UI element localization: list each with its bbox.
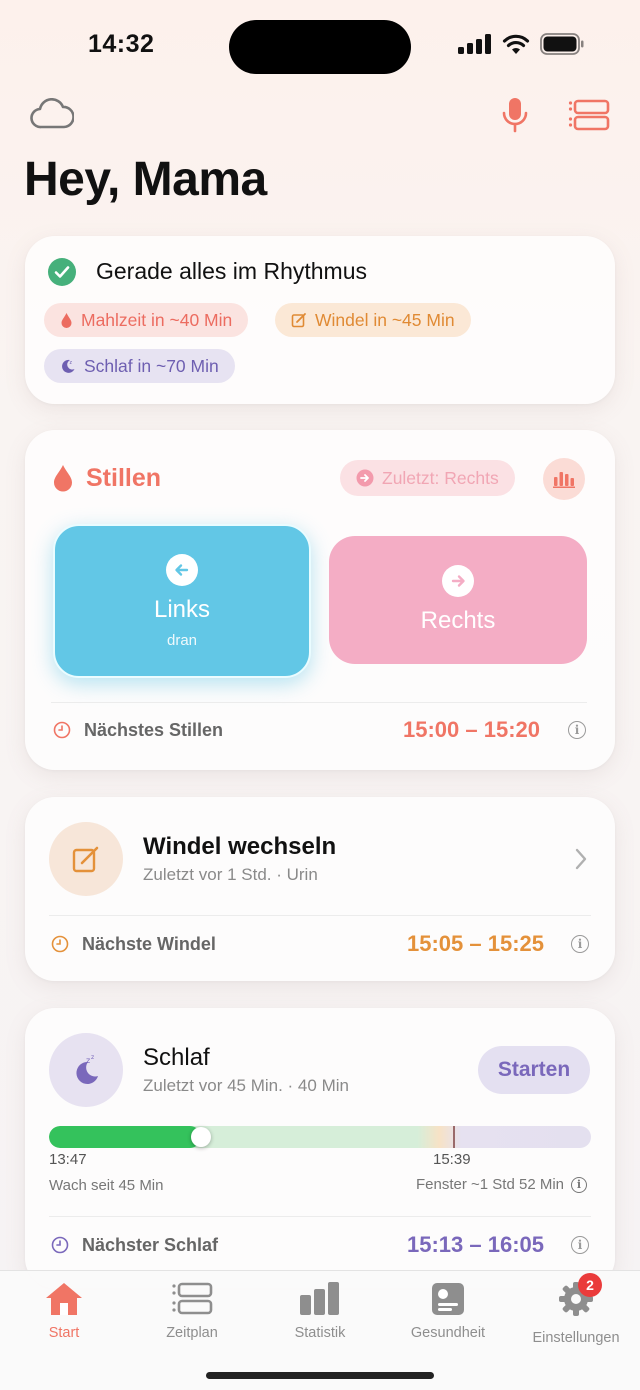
bar-chart-icon — [553, 472, 575, 488]
timeline-start-time: 13:47 — [49, 1151, 87, 1168]
drop-icon — [61, 312, 72, 328]
chevron-right-icon — [575, 848, 587, 870]
next-diaper-time: 15:05 – 15:25 — [407, 931, 544, 956]
info-icon[interactable]: i — [571, 1236, 589, 1254]
sleep-window-marker — [453, 1126, 455, 1148]
stillen-title: Stillen — [86, 464, 162, 492]
tab-zeitplan[interactable]: Zeitplan — [128, 1281, 256, 1341]
next-feeding-time: 15:00 – 15:20 — [403, 717, 540, 742]
schlaf-title: Schlaf — [143, 1044, 210, 1071]
divider — [49, 915, 591, 916]
info-icon[interactable]: i — [571, 935, 589, 953]
next-feeding-label: Nächstes Stillen — [84, 720, 224, 740]
sleep-timeline-knob[interactable] — [191, 1127, 211, 1147]
health-icon — [432, 1283, 464, 1315]
greeting-title: Hey, Mama — [24, 153, 267, 206]
clock-icon — [51, 935, 69, 953]
arrow-right-circle-icon — [356, 469, 374, 487]
windel-title: Windel wechseln — [143, 833, 337, 860]
tab-statistik-label: Statistik — [294, 1325, 346, 1341]
tab-gesundheit[interactable]: Gesundheit — [384, 1281, 512, 1341]
arrow-right-icon — [442, 565, 474, 597]
notification-badge: 2 — [578, 1273, 602, 1297]
tab-start-label: Start — [48, 1325, 80, 1341]
tab-zeitplan-label: Zeitplan — [166, 1325, 218, 1341]
tab-einstellungen[interactable]: 2 Einstellungen — [512, 1273, 640, 1346]
next-sleep-label: Nächster Schlaf — [82, 1235, 219, 1255]
next-diaper-label: Nächste Windel — [82, 934, 216, 954]
sleep-chip-label: Schlaf in ~70 Min — [84, 355, 219, 376]
next-sleep-time: 15:13 – 16:05 — [407, 1232, 544, 1257]
svg-text:z: z — [91, 1054, 94, 1061]
schlaf-card: zz Schlaf Zuletzt vor 45 Min. · 40 Min S… — [25, 1008, 615, 1288]
awake-duration: Wach seit 45 Min — [49, 1177, 164, 1194]
clock-icon — [51, 1236, 69, 1254]
diaper-chip-label: Windel in ~45 Min — [315, 309, 455, 330]
rhythm-card: Gerade alles im Rhythmus Mahlzeit in ~40… — [25, 236, 615, 404]
info-icon[interactable]: i — [568, 721, 586, 739]
last-side-chip[interactable]: Zuletzt: Rechts — [340, 460, 515, 496]
windel-card[interactable]: Windel wechseln Zuletzt vor 1 Std. · Uri… — [25, 797, 615, 981]
sleep-window-info: Fenster ~1 Std 52 Min i — [416, 1176, 587, 1193]
tab-start[interactable]: Start — [0, 1281, 128, 1341]
status-time: 14:32 — [88, 30, 155, 58]
meal-chip[interactable]: Mahlzeit in ~40 Min — [44, 303, 249, 337]
schlaf-subtitle: Zuletzt vor 45 Min. · 40 Min — [143, 1076, 349, 1095]
home-indicator — [206, 1372, 434, 1379]
moon-icon: z — [62, 359, 75, 373]
start-sleep-button[interactable]: Starten — [478, 1046, 590, 1094]
check-icon — [48, 258, 76, 286]
sleep-icon-circle: zz — [49, 1033, 123, 1107]
left-side-button[interactable]: Links dran — [53, 524, 311, 678]
microphone-icon[interactable] — [500, 96, 530, 134]
tab-gesundheit-label: Gesundheit — [410, 1325, 486, 1341]
right-side-button[interactable]: Rechts — [329, 536, 587, 664]
windel-subtitle: Zuletzt vor 1 Std. · Urin — [143, 865, 318, 884]
edit-icon — [291, 313, 306, 328]
stillen-stats-button[interactable] — [543, 458, 585, 500]
sleep-timeline-progress — [49, 1126, 201, 1148]
battery-icon — [540, 33, 584, 55]
stillen-card: Stillen Zuletzt: Rechts Links dran Recht… — [25, 430, 615, 770]
chart-icon — [300, 1282, 339, 1315]
diaper-chip[interactable]: Windel in ~45 Min — [275, 303, 471, 337]
home-icon — [46, 1283, 82, 1315]
arrow-left-icon — [166, 553, 198, 586]
moon-icon: zz — [76, 1054, 98, 1084]
last-side-label: Zuletzt: Rechts — [382, 467, 499, 488]
status-icons — [458, 33, 584, 55]
divider — [51, 702, 587, 703]
sleep-window-text: Fenster ~1 Std 52 Min — [416, 1176, 564, 1193]
tab-einstellungen-label: Einstellungen — [532, 1330, 620, 1346]
schedule-list-icon[interactable] — [568, 98, 610, 132]
cloud-icon[interactable] — [30, 98, 74, 130]
right-side-label: Rechts — [420, 607, 496, 634]
sleep-timeline — [49, 1126, 591, 1148]
edit-icon — [72, 846, 99, 873]
divider — [49, 1216, 591, 1217]
clock-icon — [53, 721, 71, 739]
svg-text:z: z — [70, 360, 73, 366]
schedule-icon — [172, 1282, 213, 1315]
diaper-icon-circle — [49, 822, 123, 896]
dynamic-island — [229, 20, 411, 74]
meal-chip-label: Mahlzeit in ~40 Min — [81, 309, 233, 330]
wifi-icon — [502, 34, 530, 54]
left-side-sub: dran — [166, 631, 198, 649]
signal-icon — [458, 34, 491, 54]
svg-text:z: z — [86, 1056, 90, 1065]
tab-statistik[interactable]: Statistik — [256, 1281, 384, 1341]
sleep-chip[interactable]: z Schlaf in ~70 Min — [44, 349, 235, 383]
rhythm-title: Gerade alles im Rhythmus — [96, 258, 367, 284]
timeline-marker-time: 15:39 — [433, 1151, 471, 1168]
info-icon[interactable]: i — [571, 1176, 587, 1193]
left-side-label: Links — [153, 595, 211, 623]
drop-icon — [54, 465, 72, 492]
